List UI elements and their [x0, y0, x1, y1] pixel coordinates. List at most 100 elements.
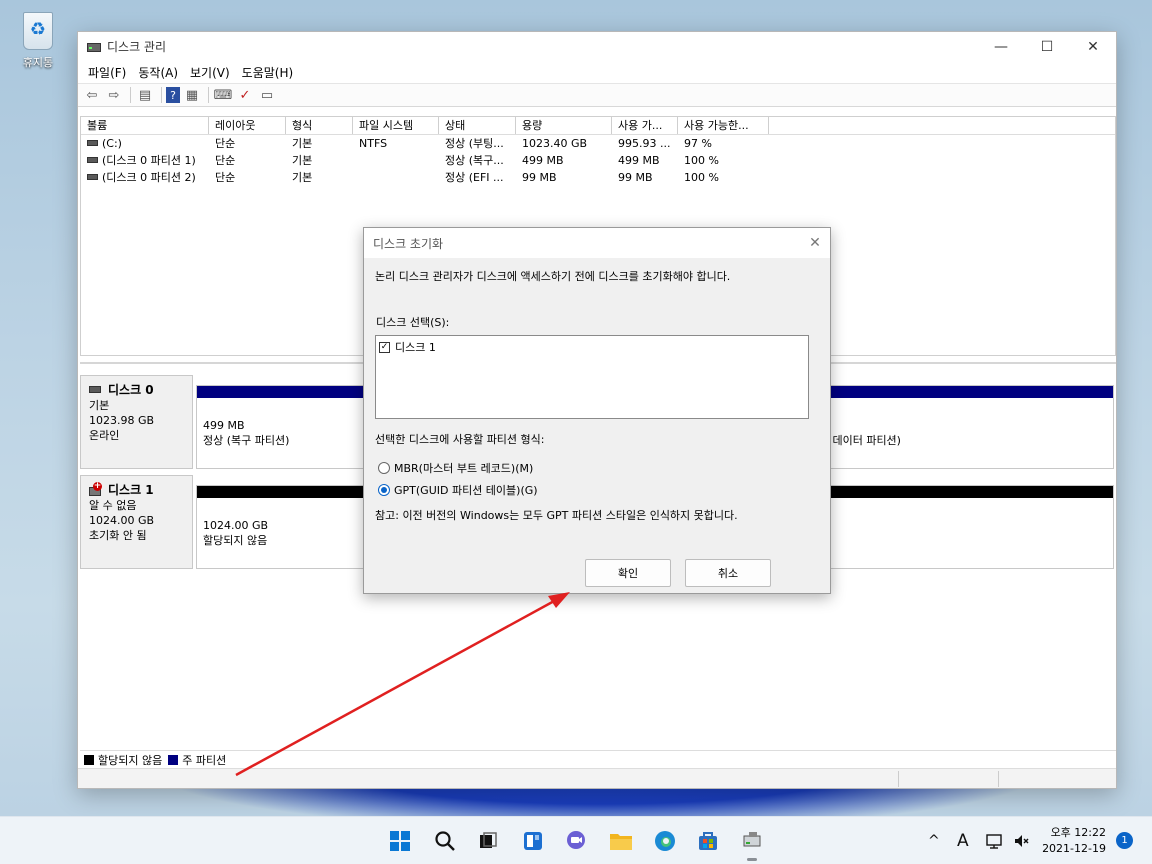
volume-row[interactable]: (디스크 0 파티션 2) 단순 기본 정상 (EFI ... 99 MB 99…: [81, 169, 1115, 186]
clock[interactable]: 오후 12:22 2021-12-19: [1036, 825, 1106, 857]
file-explorer-button[interactable]: [606, 826, 636, 856]
network-icon: [986, 834, 1002, 849]
menu-file[interactable]: 파일(F): [82, 64, 132, 81]
search-button[interactable]: [430, 826, 460, 856]
volume-free-space: 995.93 ...: [618, 137, 671, 150]
dialog-title: 디스크 초기화: [373, 236, 444, 251]
disk-status: 온라인: [89, 429, 120, 442]
edge-icon: [655, 831, 675, 851]
legend-primary-partition: 주 파티션: [182, 754, 227, 767]
menu-help[interactable]: 도움말(H): [236, 64, 300, 81]
volume-file-system: [353, 169, 439, 186]
col-free-space[interactable]: 사용 가...: [612, 117, 678, 134]
ime-mode: A: [957, 831, 969, 851]
volume-icon: [87, 174, 98, 180]
cancel-button[interactable]: 취소: [685, 559, 771, 587]
volume-name: (디스크 0 파티션 1): [102, 154, 196, 167]
volume-icon: [87, 140, 98, 146]
volume-free-space: 99 MB: [618, 171, 653, 184]
widgets-button[interactable]: [518, 826, 548, 856]
volume-layout: 단순: [215, 154, 236, 167]
col-type[interactable]: 형식: [286, 117, 353, 134]
volume-layout: 단순: [215, 137, 236, 150]
col-file-system[interactable]: 파일 시스템: [353, 117, 439, 134]
folder-icon: [610, 834, 632, 850]
task-view-button[interactable]: [473, 826, 503, 856]
volume-capacity: 1023.40 GB: [522, 137, 588, 150]
disk-0-label[interactable]: 디스크 0 기본 1023.98 GB 온라인: [80, 375, 193, 469]
show-hidden-icons-button[interactable]: ^: [928, 817, 940, 864]
window-title: 디스크 관리: [107, 40, 167, 54]
edge-button[interactable]: [650, 826, 680, 856]
show-hide-console-tree-icon[interactable]: ▤: [135, 85, 155, 105]
volume-file-system: NTFS: [359, 137, 388, 150]
disk-select-listbox[interactable]: ✓ 디스크 1: [375, 335, 809, 419]
col-layout[interactable]: 레이아웃: [209, 117, 286, 134]
dialog-title-bar[interactable]: 디스크 초기화 ✕: [364, 228, 830, 258]
legend-unallocated: 할당되지 않음: [98, 754, 163, 767]
gpt-radio[interactable]: [378, 484, 390, 496]
taskbar: ^ A 오후 12:22 2021-12-19: [0, 816, 1152, 864]
disk-error-icon: [89, 481, 102, 496]
col-capacity[interactable]: 용량: [516, 117, 612, 134]
title-bar[interactable]: 디스크 관리 — ☐ ✕: [78, 32, 1116, 61]
gpt-option[interactable]: GPT(GUID 파티션 테이블)(G): [378, 482, 538, 498]
volume-percent-free: 100 %: [684, 154, 719, 167]
forward-arrow-icon[interactable]: ⇨: [104, 85, 124, 105]
partition-status: 정상 (복구 파티션): [203, 434, 290, 447]
connect-disk-icon[interactable]: ⌨: [213, 85, 233, 105]
disk-0-recovery-partition[interactable]: 499 MB 정상 (복구 파티션): [196, 385, 366, 469]
minimize-button[interactable]: —: [978, 32, 1024, 61]
col-percent-free[interactable]: 사용 가능한...: [678, 117, 769, 134]
help-icon[interactable]: ?: [166, 87, 180, 103]
chevron-up-icon: ^: [928, 833, 940, 849]
network-status-button[interactable]: [986, 817, 1004, 864]
disk-checkbox[interactable]: ✓: [379, 341, 390, 353]
disk-list-item[interactable]: ✓ 디스크 1: [376, 336, 808, 355]
volume-row[interactable]: (C:) 단순 기본 NTFS 정상 (부팅... 1023.40 GB 995…: [81, 135, 1115, 152]
volume-name: (디스크 0 파티션 2): [102, 171, 196, 184]
clock-date: 2021-12-19: [1042, 842, 1106, 855]
checklist-icon[interactable]: ✓: [235, 85, 255, 105]
col-status[interactable]: 상태: [439, 117, 516, 134]
recycle-bin-shortcut[interactable]: ♻ 휴지통: [12, 10, 64, 70]
disk-name: 디스크 1: [108, 483, 154, 497]
chat-button[interactable]: [561, 826, 591, 856]
volume-percent-free: 100 %: [684, 171, 719, 184]
input-language-indicator[interactable]: A: [957, 817, 969, 864]
toolbar: ⇦ ⇨ ▤ ? ▦ ⌨ ✓ ▭: [78, 83, 1116, 107]
partition-style-label: 선택한 디스크에 사용할 파티션 형식:: [375, 433, 545, 446]
properties-view-icon[interactable]: ▦: [182, 85, 202, 105]
volume-status: 정상 (EFI ...: [445, 171, 504, 184]
volume-button[interactable]: [1013, 817, 1029, 864]
ok-button[interactable]: 확인: [585, 559, 671, 587]
menu-action[interactable]: 동작(A): [132, 64, 184, 81]
menu-view[interactable]: 보기(V): [184, 64, 236, 81]
disk-0-data-partition[interactable]: - 데이터 파티션): [820, 385, 1114, 469]
volume-row[interactable]: (디스크 0 파티션 1) 단순 기본 정상 (복구... 499 MB 499…: [81, 152, 1115, 169]
disk-management-taskbar-button[interactable]: [737, 826, 767, 861]
maximize-button[interactable]: ☐: [1024, 32, 1070, 61]
disk-size: 1024.00 GB: [89, 514, 155, 527]
settings-panel-icon[interactable]: ▭: [257, 85, 277, 105]
chat-icon: [567, 831, 585, 849]
notification-badge[interactable]: 1: [1116, 832, 1133, 849]
col-volume[interactable]: 볼륨: [81, 117, 209, 134]
volume-capacity: 499 MB: [522, 154, 564, 167]
dialog-message: 논리 디스크 관리자가 디스크에 액세스하기 전에 디스크를 초기화해야 합니다…: [375, 270, 731, 283]
search-icon: [435, 831, 455, 851]
start-button[interactable]: [385, 826, 415, 856]
volume-type: 기본: [292, 154, 313, 167]
store-button[interactable]: [693, 826, 723, 856]
mbr-label: MBR(마스터 부트 레코드)(M): [394, 462, 534, 475]
volume-percent-free: 97 %: [684, 137, 712, 150]
close-button[interactable]: ✕: [1070, 32, 1116, 61]
gpt-label: GPT(GUID 파티션 테이블)(G): [394, 484, 538, 497]
mbr-radio[interactable]: [378, 462, 390, 474]
dialog-close-icon[interactable]: ✕: [800, 235, 830, 251]
menu-bar: 파일(F) 동작(A) 보기(V) 도움말(H): [78, 61, 1116, 83]
disk-1-label[interactable]: 디스크 1 알 수 없음 1024.00 GB 초기화 안 됨: [80, 475, 193, 569]
partition-status: - 데이터 파티션): [825, 434, 901, 447]
back-arrow-icon[interactable]: ⇦: [82, 85, 102, 105]
mbr-option[interactable]: MBR(마스터 부트 레코드)(M): [378, 460, 533, 476]
